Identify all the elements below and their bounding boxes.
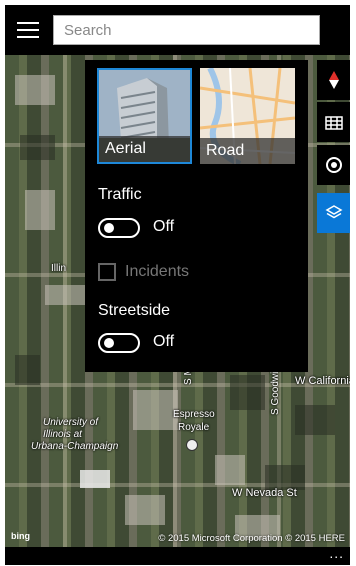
buildings-button[interactable] xyxy=(317,102,350,142)
map-label-university-3: Urbana-Champaign xyxy=(31,441,119,452)
toggle-knob xyxy=(104,338,114,348)
map-block xyxy=(20,135,55,160)
map-label-illinois: Illin xyxy=(51,263,67,274)
top-bar xyxy=(5,5,350,55)
map-block xyxy=(230,375,265,410)
map-layers-button[interactable] xyxy=(317,193,350,233)
more-button[interactable]: ... xyxy=(329,545,344,561)
map-label-university: University of xyxy=(43,417,99,428)
location-button[interactable] xyxy=(317,145,350,185)
map-block xyxy=(15,355,40,385)
traffic-state: Off xyxy=(153,218,175,235)
place-icon[interactable] xyxy=(186,439,198,451)
map-block xyxy=(15,75,55,105)
streetside-state: Off xyxy=(153,333,175,350)
location-icon xyxy=(325,157,342,173)
map-copyright: © 2015 Microsoft Corporation © 2015 HERE xyxy=(158,533,345,544)
map-block xyxy=(133,390,178,430)
map-label-university-2: Illinois at xyxy=(43,429,82,440)
map-block xyxy=(295,405,335,435)
menu-button[interactable] xyxy=(17,22,39,38)
map-label-espresso: Espresso xyxy=(173,409,215,420)
map-block xyxy=(80,470,110,488)
map-block xyxy=(215,455,245,485)
search-input[interactable] xyxy=(53,15,320,45)
traffic-toggle[interactable] xyxy=(98,218,140,238)
map-block xyxy=(125,495,165,525)
streetside-toggle[interactable] xyxy=(98,333,140,353)
incidents-checkbox[interactable] xyxy=(98,263,116,281)
hamburger-line xyxy=(17,22,39,24)
hamburger-line xyxy=(17,36,39,38)
compass-button[interactable] xyxy=(317,60,350,100)
map-options-panel: Aerial Road Traffic Off Incidents Street… xyxy=(85,60,308,372)
map-label-nevada: W Nevada St xyxy=(232,487,297,499)
aerial-view-tile[interactable]: Aerial xyxy=(97,68,192,164)
compass-icon xyxy=(328,71,339,89)
map-block xyxy=(45,285,85,305)
buildings-icon xyxy=(324,116,343,130)
map-block xyxy=(25,190,55,230)
incidents-label: Incidents xyxy=(125,263,190,280)
road-label: Road xyxy=(200,138,295,164)
map-label-royale: Royale xyxy=(178,422,210,433)
hamburger-line xyxy=(17,29,39,31)
map-label-california: W California xyxy=(295,375,350,387)
bing-logo: bing xyxy=(11,531,30,541)
layers-icon xyxy=(324,205,343,219)
maps-app: Illin University of Illinois at Urbana-C… xyxy=(5,5,350,565)
streetside-label: Streetside xyxy=(98,302,171,319)
traffic-label: Traffic xyxy=(98,186,142,203)
app-bar: ... xyxy=(5,545,350,565)
toggle-knob xyxy=(104,223,114,233)
road-view-tile[interactable]: Road xyxy=(200,68,295,164)
aerial-label: Aerial xyxy=(99,136,190,162)
